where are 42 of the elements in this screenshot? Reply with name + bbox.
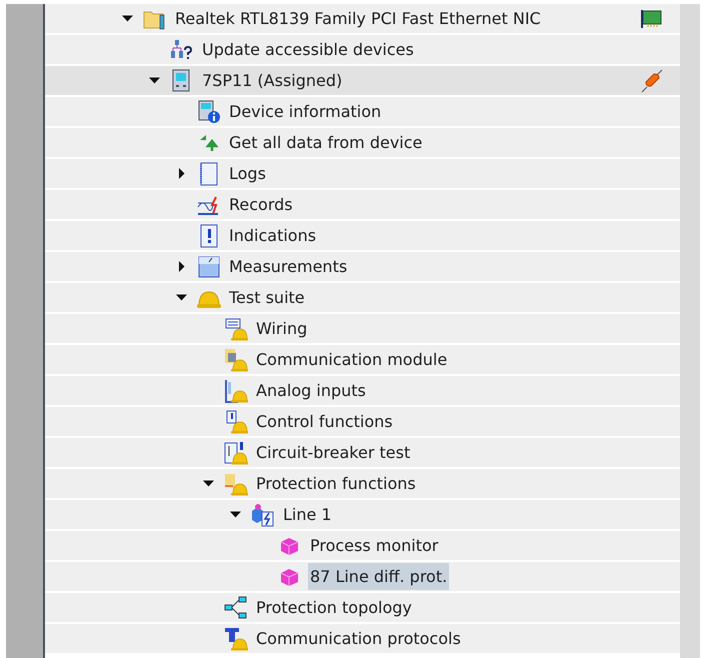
tree-item-label[interactable]: Records xyxy=(227,191,295,218)
network-icon xyxy=(224,596,248,620)
collapse-arrow-icon[interactable] xyxy=(122,13,132,24)
collapse-arrow-icon[interactable] xyxy=(230,509,240,520)
tree-item-label[interactable]: Test suite xyxy=(227,284,307,311)
network-icon xyxy=(170,38,194,62)
gauge-icon xyxy=(197,254,221,278)
tree-row[interactable]: 87 Line diff. prot. xyxy=(45,562,680,593)
tree-item-label[interactable]: Process monitor xyxy=(308,532,440,559)
network-card-icon xyxy=(640,8,662,28)
tree-item-label[interactable]: Communication protocols xyxy=(254,625,463,652)
tree-item-label[interactable]: 87 Line diff. prot. xyxy=(308,563,450,590)
tree-item-label[interactable]: 7SP11 (Assigned) xyxy=(200,67,344,94)
helmet-icon xyxy=(224,348,248,372)
helmet-icon xyxy=(224,316,248,340)
tree-item-label[interactable]: Realtek RTL8139 Family PCI Fast Ethernet NIC xyxy=(173,5,543,32)
collapse-arrow-icon[interactable] xyxy=(176,292,186,303)
info-icon xyxy=(197,100,221,124)
tree-item-label[interactable]: Line 1 xyxy=(281,501,334,528)
tree-item-label[interactable]: Measurements xyxy=(227,253,350,280)
helmet-icon xyxy=(224,472,248,496)
cube-icon xyxy=(251,502,275,526)
tree-item-label[interactable]: Update accessible devices xyxy=(200,36,416,63)
tree-item-label[interactable]: Protection topology xyxy=(254,594,414,621)
tree-row[interactable]: 7SP11 (Assigned) xyxy=(45,66,680,97)
tree-item-label[interactable]: Protection functions xyxy=(254,470,418,497)
helmet-icon xyxy=(224,378,248,402)
tree-item-label[interactable]: Analog inputs xyxy=(254,377,368,404)
plug-icon xyxy=(640,68,664,94)
tree-item-label[interactable]: Indications xyxy=(227,222,318,249)
helmet-icon xyxy=(224,440,248,464)
tree-item-label[interactable]: Circuit-breaker test xyxy=(254,439,412,466)
helmet-icon xyxy=(224,626,248,650)
tree-item-label[interactable]: Device information xyxy=(227,98,384,125)
tree-item-label[interactable]: Communication module xyxy=(254,346,450,373)
tree-item-label[interactable]: Logs xyxy=(227,160,268,187)
tree-item-label[interactable]: Wiring xyxy=(254,315,310,342)
collapse-arrow-icon[interactable] xyxy=(202,478,214,489)
tree-item-label[interactable]: Get all data from device xyxy=(227,129,424,156)
tree-item-label[interactable]: Control functions xyxy=(254,408,395,435)
collapse-arrow-icon[interactable] xyxy=(148,75,160,86)
helmet-icon xyxy=(224,410,248,434)
